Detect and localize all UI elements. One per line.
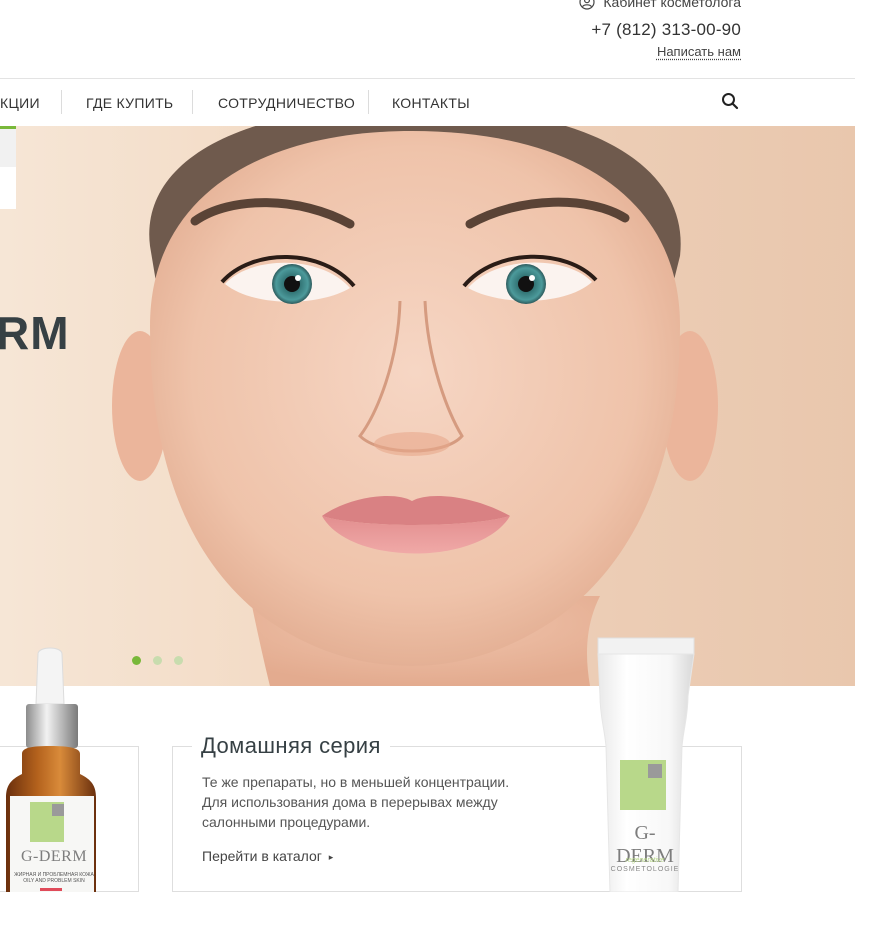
nav-item-where-to-buy[interactable]: ГДЕ КУПИТЬ — [86, 95, 173, 111]
hero-model-portrait — [112, 126, 718, 686]
description-line: Для использования дома в перерывах между — [202, 794, 498, 810]
regenerative-tube-product: G-DERM regenerative COSMETOLOGIE — [596, 636, 696, 893]
bottle-accent-stripe — [40, 888, 62, 891]
site-header: Кабинет косметолога +7 (812) 313-00-90 Н… — [0, 0, 871, 78]
catalog-link[interactable]: Перейти в каталог ▸ — [202, 848, 333, 864]
hero-side-tab[interactable] — [0, 167, 16, 209]
g-derm-logo-square — [648, 764, 662, 778]
phone-number[interactable]: +7 (812) 313-00-90 — [591, 20, 741, 40]
serum-bottle-product: G-DERM ЖИРНАЯ И ПРОБЛЕМНАЯ КОЖА OILY AND… — [0, 646, 100, 892]
tube-caption-line: COSMETOLOGIE — [610, 866, 680, 873]
nav-item-promotions[interactable]: КЦИИ — [0, 95, 40, 111]
tube-caption: regenerative COSMETOLOGIE — [610, 856, 680, 874]
description-line: Те же препараты, но в меньшей концентрац… — [202, 774, 510, 790]
g-derm-logo-square — [52, 804, 64, 816]
user-circle-icon — [579, 0, 596, 10]
hero-slider[interactable]: RM — [0, 126, 855, 686]
account-label: Кабинет косметолога — [603, 0, 741, 10]
home-series-title: Домашняя серия — [192, 733, 390, 759]
description-line: салонными процедурами. — [202, 814, 371, 830]
nav-separator — [192, 90, 193, 114]
slider-dot-2[interactable] — [153, 656, 162, 665]
nav-separator — [368, 90, 369, 114]
bottle-caption: ЖИРНАЯ И ПРОБЛЕМНАЯ КОЖА OILY AND PROBLE… — [14, 872, 94, 884]
bottle-brand-label: G-DERM — [20, 848, 88, 865]
search-icon[interactable] — [720, 91, 740, 111]
main-nav: КЦИИ ГДЕ КУПИТЬ СОТРУДНИЧЕСТВО КОНТАКТЫ — [0, 79, 855, 126]
tube-caption-line: regenerative — [625, 857, 665, 864]
slider-dot-1[interactable] — [132, 656, 141, 665]
cosmetologist-account-link[interactable]: Кабинет косметолога — [579, 0, 741, 10]
nav-item-contacts[interactable]: КОНТАКТЫ — [392, 95, 470, 111]
catalog-link-label: Перейти в каталог — [202, 848, 322, 864]
arrow-right-icon: ▸ — [328, 851, 334, 862]
hero-title: RM — [0, 307, 70, 359]
hero-side-tab-active[interactable] — [0, 126, 16, 167]
slider-dot-3[interactable] — [174, 656, 183, 665]
slider-pagination — [132, 656, 183, 665]
home-series-description: Те же препараты, но в меньшей концентрац… — [202, 772, 582, 832]
write-us-link[interactable]: Написать нам — [657, 44, 741, 59]
nav-separator — [61, 90, 62, 114]
bottle-caption-line: OILY AND PROBLEM SKIN — [23, 878, 85, 884]
nav-item-cooperation[interactable]: СОТРУДНИЧЕСТВО — [218, 95, 355, 111]
